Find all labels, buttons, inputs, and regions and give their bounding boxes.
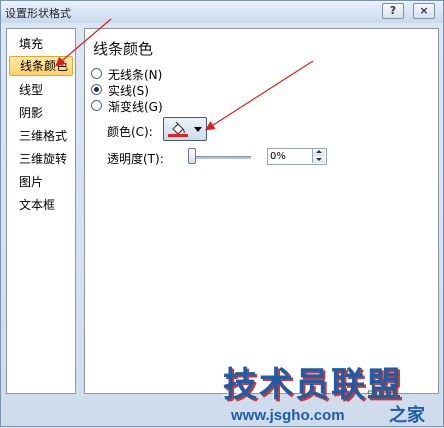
title-bar[interactable]: 设置形状格式 ? × [1, 1, 443, 23]
nav-item-picture[interactable]: 图片 [9, 172, 73, 192]
transparency-slider-thumb[interactable] [188, 148, 196, 164]
radio-no-line[interactable] [91, 68, 102, 79]
dialog-title: 设置形状格式 [5, 7, 71, 20]
watermark-url: www.jsgho.com [231, 407, 345, 424]
nav-item-fill[interactable]: 填充 [9, 34, 73, 54]
radio-gradient-line-label: 渐变线(G) [108, 100, 163, 114]
transparency-spinner[interactable] [267, 148, 327, 165]
radio-solid-line[interactable] [91, 84, 102, 95]
nav-item-3d-format[interactable]: 三维格式 [9, 126, 73, 146]
help-button[interactable]: ? [382, 3, 404, 19]
spin-down-icon[interactable] [312, 156, 325, 163]
section-title: 线条颜色 [93, 40, 154, 58]
nav-item-line-style[interactable]: 线型 [9, 80, 73, 100]
color-label: 颜色(C): [107, 125, 153, 139]
nav-item-3d-rotation[interactable]: 三维旋转 [9, 149, 73, 169]
radio-no-line-label: 无线条(N) [108, 68, 163, 82]
transparency-label: 透明度(T): [107, 152, 164, 166]
color-picker-button[interactable] [163, 117, 207, 141]
site-watermark: 技术员联盟 51.net www.jsgho.com 之家 [213, 357, 444, 428]
nav-item-shadow[interactable]: 阴影 [9, 103, 73, 123]
watermark-fragment: 51.net [367, 389, 398, 401]
radio-solid-line-label: 实线(S) [108, 84, 149, 98]
nav-item-text-box[interactable]: 文本框 [9, 195, 73, 215]
format-shape-dialog: 设置形状格式 ? × 填充 线条颜色 线型 阴影 三维格式 三维旋转 图片 文本… [0, 0, 444, 427]
radio-gradient-line[interactable] [91, 100, 102, 111]
category-list: 填充 线条颜色 线型 阴影 三维格式 三维旋转 图片 文本框 [6, 28, 76, 394]
close-button[interactable]: × [413, 3, 435, 19]
spin-up-icon[interactable] [312, 149, 325, 156]
chevron-down-icon[interactable] [194, 127, 202, 132]
transparency-input[interactable] [270, 150, 310, 163]
nav-item-line-color[interactable]: 线条颜色 [9, 56, 73, 76]
current-color-swatch [168, 134, 188, 137]
line-color-panel: 线条颜色 无线条(N) 实线(S) 渐变线(G) 颜色(C): 透明度(T): [84, 28, 439, 394]
watermark-suffix: 之家 [389, 405, 425, 426]
transparency-slider-track[interactable] [195, 156, 251, 159]
